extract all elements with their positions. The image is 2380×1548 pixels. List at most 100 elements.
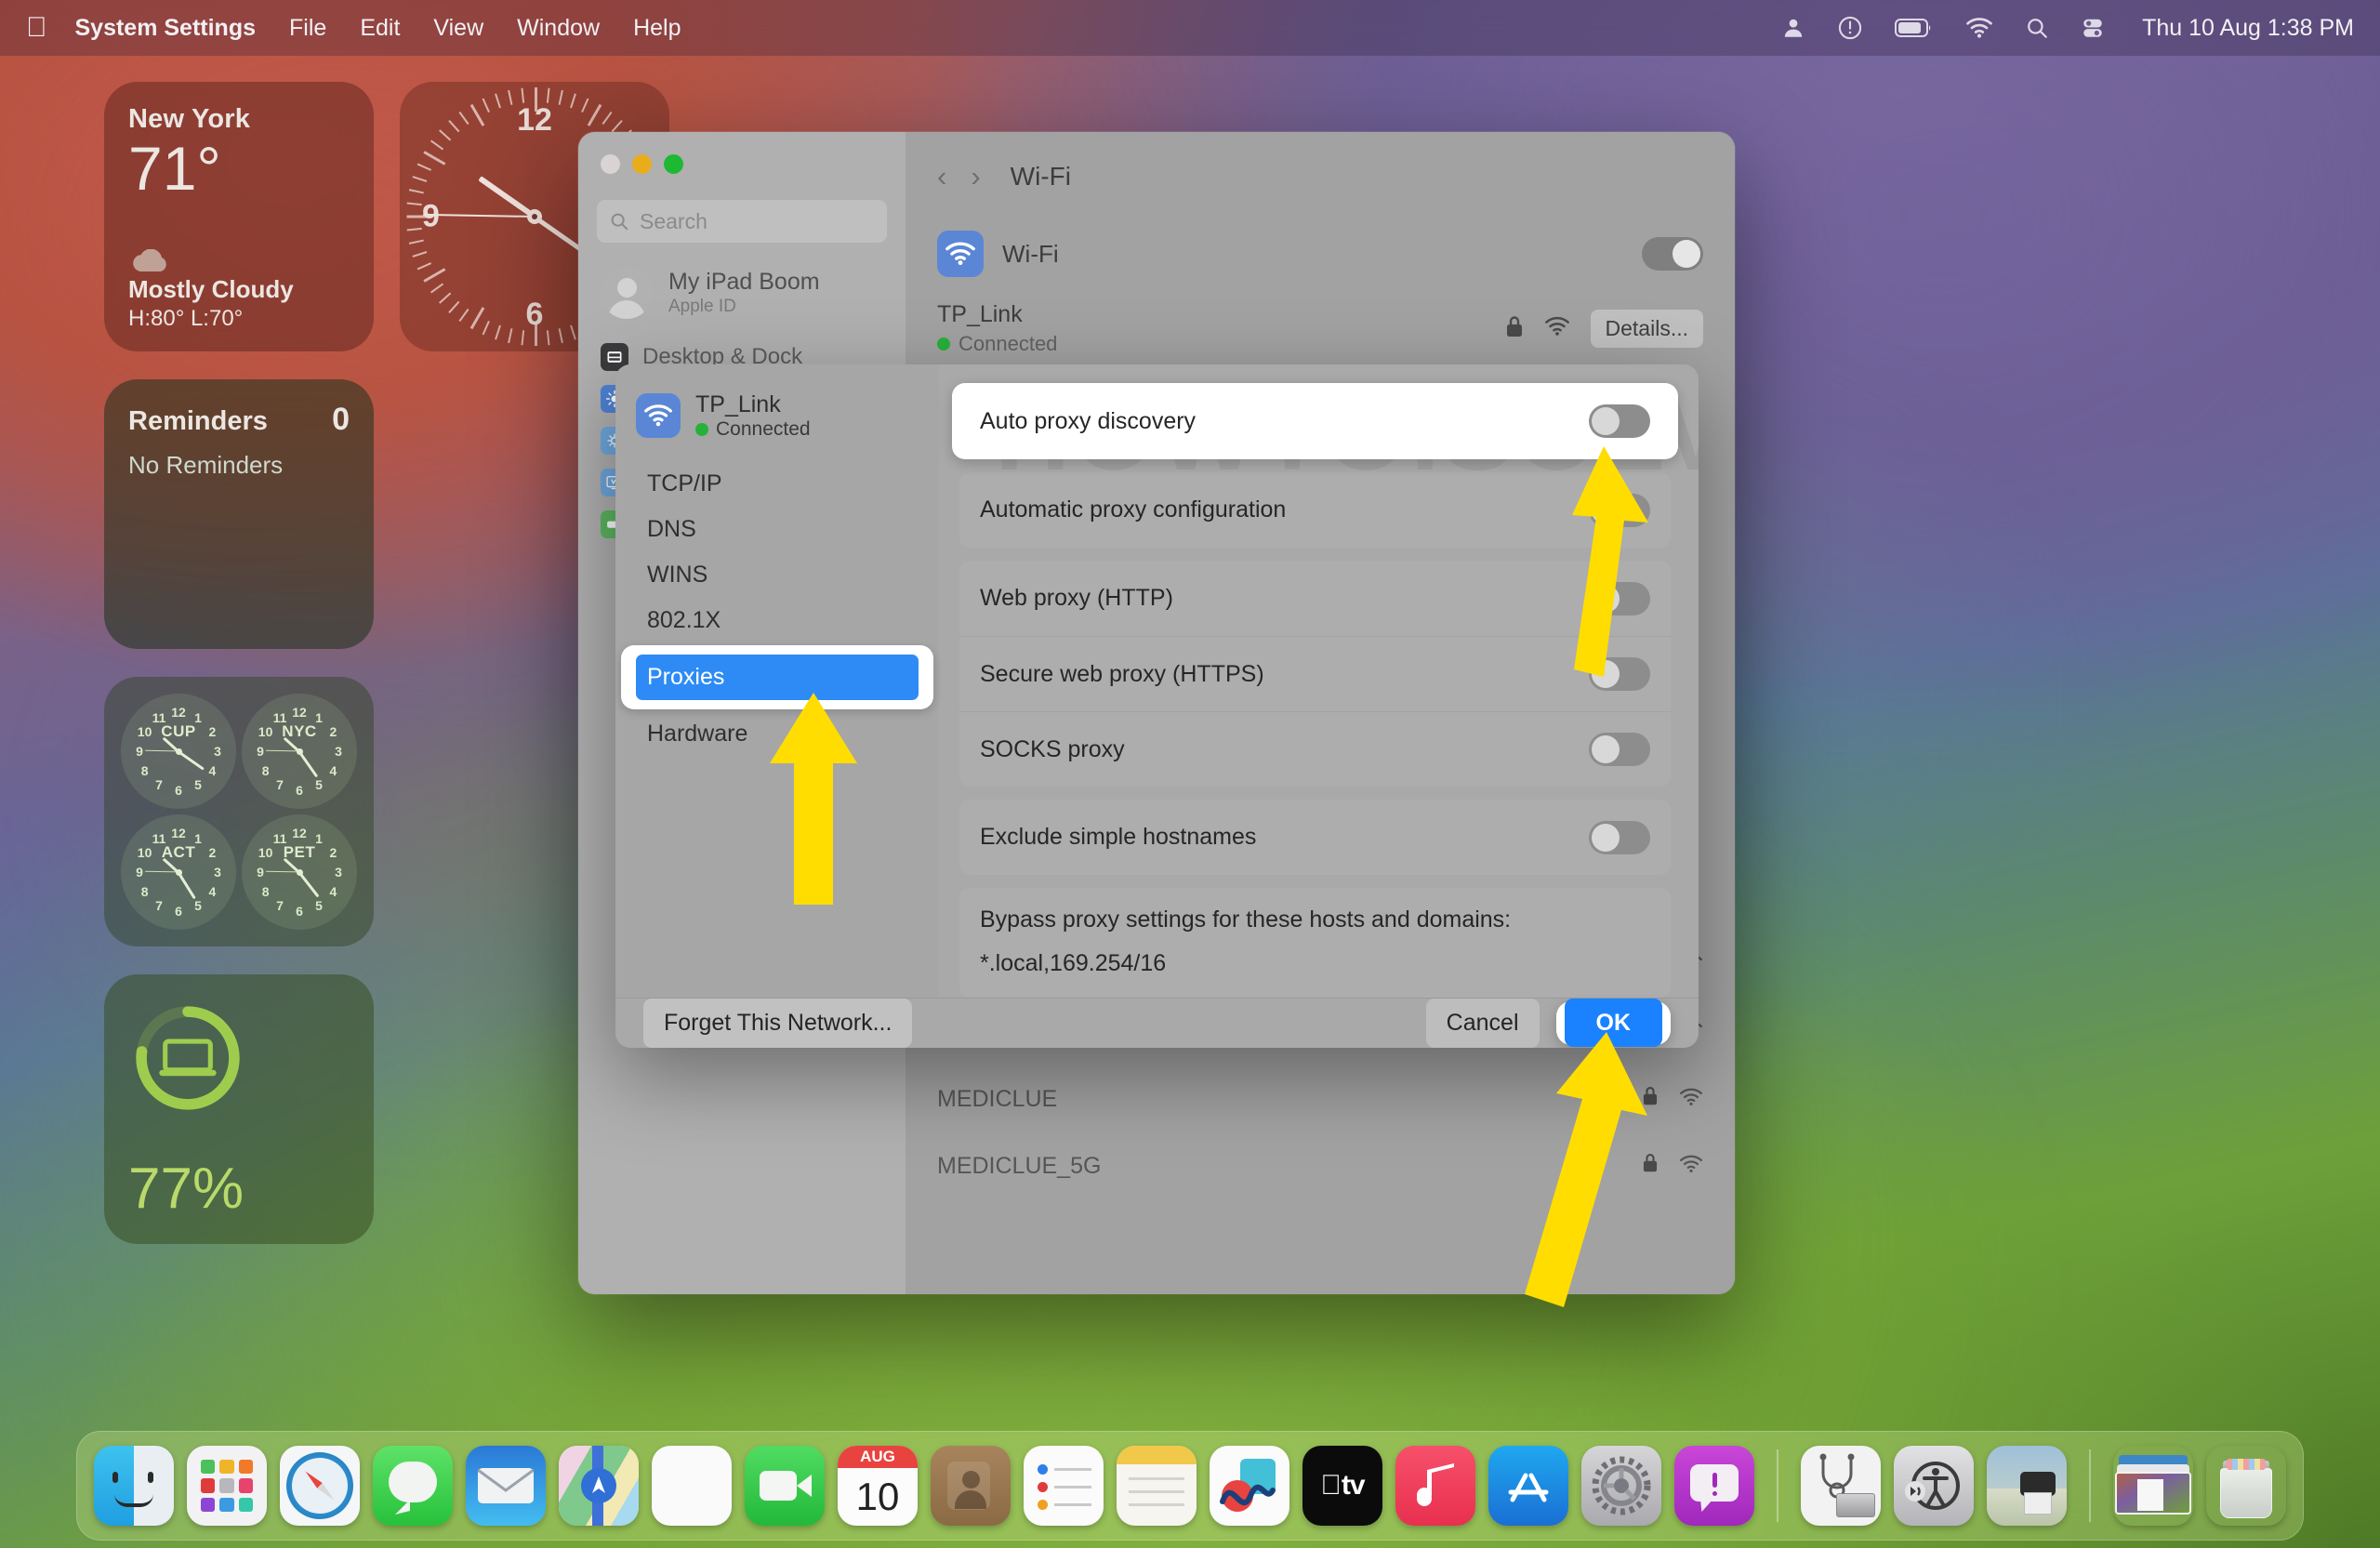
dock-item-image-capture[interactable]	[1987, 1446, 2067, 1526]
auto-proxy-discovery-highlight: Auto proxy discovery	[952, 383, 1678, 459]
back-button[interactable]: ‹	[937, 160, 946, 193]
battery-icon[interactable]	[1895, 18, 1934, 38]
battery-percentage: 77%	[128, 1157, 245, 1221]
sheet-nav-item-802-1x[interactable]: 802.1X	[636, 598, 919, 643]
world-clock-widget[interactable]: CUP 1 2 3 4 5 6 7 8 9 10 11 12 NYC 1 2 3 4 5 6 7 8 9 10 11 12 AC…	[104, 677, 374, 946]
clock-tick	[406, 202, 422, 206]
reminders-count: 0	[332, 402, 350, 437]
mini-clock-hub	[175, 748, 182, 755]
apple-logo-icon[interactable]: 	[26, 14, 47, 42]
mini-clock-numeral: 12	[171, 826, 186, 840]
search-input[interactable]: Search	[597, 200, 887, 243]
wifi-app-icon	[636, 393, 681, 438]
proxy-row-exclude-simple-hostnames[interactable]: Exclude simple hostnames	[959, 800, 1671, 875]
sheet-nav-item-hardware[interactable]: Hardware	[636, 711, 919, 757]
bypass-hosts-input[interactable]: *.local,169.254/16	[980, 950, 1650, 977]
proxy-row-label: Auto proxy discovery	[980, 407, 1197, 434]
dock-item-music[interactable]	[1395, 1446, 1475, 1526]
proxy-row-auto-discovery[interactable]: Auto proxy discovery	[959, 389, 1671, 454]
dock-item-notes[interactable]	[1117, 1446, 1197, 1526]
network-row[interactable]: MEDICLUE_5G	[937, 1132, 1703, 1199]
desktop:  System Settings File Edit View Window …	[0, 0, 2380, 1548]
proxy-row-label: Web proxy (HTTP)	[980, 585, 1173, 611]
menu-item-edit[interactable]: Edit	[360, 15, 400, 42]
automatic-proxy-configuration-switch[interactable]	[1589, 493, 1650, 527]
wifi-switch[interactable]	[1642, 237, 1703, 271]
user-icon[interactable]	[1781, 16, 1805, 40]
dock-item-photos[interactable]	[652, 1446, 732, 1526]
clock-tick	[495, 93, 501, 109]
dock-item-safari[interactable]	[280, 1446, 360, 1526]
dock-item-system-settings[interactable]	[1581, 1446, 1661, 1526]
ok-button[interactable]: OK	[1564, 999, 1662, 1047]
menu-item-window[interactable]: Window	[517, 15, 600, 42]
battery-widget[interactable]: 77%	[104, 974, 374, 1244]
proxies-nav-highlight: Proxies	[621, 645, 933, 709]
dock-item-facetime[interactable]	[745, 1446, 825, 1526]
forget-this-network-button[interactable]: Forget This Network...	[643, 999, 913, 1048]
dock-item-calendar[interactable]: AUG 10	[838, 1446, 918, 1526]
auto-proxy-discovery-switch[interactable]	[1589, 404, 1650, 438]
wifi-app-icon	[937, 231, 984, 277]
weather-widget[interactable]: New York 71° Mostly Cloudy H:80° L:70°	[104, 82, 374, 351]
minimize-button[interactable]	[632, 154, 652, 174]
dock-item-contacts[interactable]	[931, 1446, 1011, 1526]
close-button[interactable]	[601, 154, 620, 174]
sheet-nav-item-proxies[interactable]: Proxies	[636, 655, 919, 700]
mini-clock-numeral: 9	[257, 865, 264, 880]
mini-clock-numeral: 7	[155, 898, 163, 914]
dock-item-downloads[interactable]	[2113, 1446, 2193, 1526]
time-machine-icon[interactable]	[1837, 15, 1863, 41]
exclude-simple-hostnames-switch[interactable]	[1589, 820, 1650, 854]
bypass-proxy-section: Bypass proxy settings for these hosts an…	[959, 888, 1671, 998]
world-clock-nyc: NYC 1 2 3 4 5 6 7 8 9 10 11 12	[242, 694, 357, 809]
dock-item-launchpad[interactable]	[187, 1446, 267, 1526]
sheet-nav-label: WINS	[647, 562, 708, 588]
dock-item-reminders[interactable]	[1024, 1446, 1104, 1526]
search-icon[interactable]	[2025, 16, 2049, 40]
network-row[interactable]: MEDICLUE	[937, 1065, 1703, 1132]
sheet-nav-item-tcp-ip[interactable]: TCP/IP	[636, 461, 919, 507]
dock-item-maps[interactable]	[559, 1446, 639, 1526]
sheet-nav-label: DNS	[647, 516, 696, 542]
reminders-widget[interactable]: Reminders 0 No Reminders	[104, 379, 374, 649]
socks-proxy-switch[interactable]	[1589, 733, 1650, 766]
menu-item-view[interactable]: View	[433, 15, 483, 42]
clock-tick	[495, 324, 501, 340]
proxy-row-socks[interactable]: SOCKS proxy	[959, 711, 1671, 787]
menu-item-file[interactable]: File	[289, 15, 326, 42]
sheet-nav-item-dns[interactable]: DNS	[636, 507, 919, 552]
dock-item-podcasts[interactable]	[1674, 1446, 1754, 1526]
proxy-group-automatic: Automatic proxy configuration	[959, 472, 1671, 548]
dock-item-freeform[interactable]	[1210, 1446, 1289, 1526]
secure-web-proxy-https-switch[interactable]	[1589, 657, 1650, 691]
cancel-button[interactable]: Cancel	[1425, 999, 1540, 1048]
dock-item-accessibility[interactable]	[1894, 1446, 1974, 1526]
clock-hub	[527, 209, 542, 224]
mini-clock-numeral: 2	[208, 724, 217, 739]
web-proxy-http-switch[interactable]	[1589, 581, 1650, 615]
proxy-row-web-http[interactable]: Web proxy (HTTP)	[959, 561, 1671, 636]
menu-item-system-settings[interactable]: System Settings	[75, 15, 257, 42]
sheet-nav-item-wins[interactable]: WINS	[636, 552, 919, 598]
forward-button[interactable]: ›	[971, 160, 980, 193]
maximize-button[interactable]	[664, 154, 683, 174]
wifi-icon[interactable]	[1965, 17, 1993, 39]
dock-item-mail[interactable]	[466, 1446, 546, 1526]
mini-clock-hub	[296, 748, 303, 755]
apple-id-row[interactable]: My iPad Boom Apple ID	[601, 267, 885, 319]
dock-item-messages[interactable]	[373, 1446, 453, 1526]
dock-item-finder[interactable]	[94, 1446, 174, 1526]
dock-item-trash[interactable]	[2206, 1446, 2286, 1526]
control-center-icon[interactable]	[2081, 16, 2105, 40]
mini-clock-numeral: 7	[155, 777, 163, 793]
dock-item-app-store[interactable]	[1488, 1446, 1568, 1526]
details-button[interactable]: Details...	[1590, 310, 1703, 348]
clock-tick	[581, 98, 589, 113]
dock-item-disk-utility[interactable]	[1801, 1446, 1881, 1526]
proxy-row-automatic-configuration[interactable]: Automatic proxy configuration	[959, 472, 1671, 548]
dock-item-apple-tv[interactable]: tv	[1302, 1446, 1382, 1526]
proxy-row-secure-web-https[interactable]: Secure web proxy (HTTPS)	[959, 636, 1671, 711]
menu-bar-clock[interactable]: Thu 10 Aug 1:38 PM	[2142, 15, 2354, 42]
menu-item-help[interactable]: Help	[633, 15, 681, 42]
